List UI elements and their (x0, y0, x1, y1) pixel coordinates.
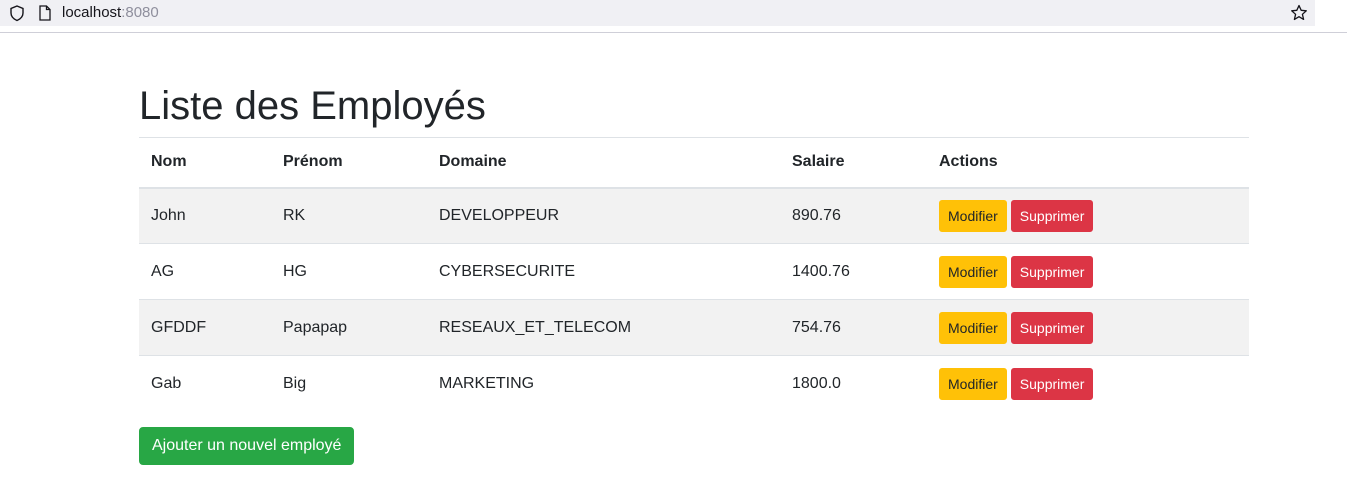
table-row: John RK DEVELOPPEUR 890.76 Modifier Suppr… (139, 187, 1249, 244)
cell-prenom: HG (271, 243, 427, 300)
cell-actions: Modifier Supprimer (927, 243, 1249, 300)
cell-nom: Gab (139, 355, 271, 412)
delete-button[interactable]: Supprimer (1010, 199, 1094, 232)
header-salaire: Salaire (780, 137, 927, 189)
table-row: Gab Big MARKETING 1800.0 Modifier Supprim… (139, 355, 1249, 412)
table-header-row: Nom Prénom Domaine Salaire Actions (139, 137, 1249, 189)
cell-nom: John (139, 187, 271, 244)
cell-salaire: 890.76 (780, 187, 927, 244)
delete-button[interactable]: Supprimer (1010, 255, 1094, 288)
url-text[interactable]: localhost:8080 (62, 4, 159, 22)
browser-url-bar[interactable]: localhost:8080 (0, 0, 1315, 26)
page-icon (39, 5, 51, 21)
cell-prenom: Papapap (271, 299, 427, 356)
delete-button[interactable]: Supprimer (1010, 367, 1094, 400)
header-nom: Nom (139, 137, 271, 189)
cell-domaine: MARKETING (427, 355, 780, 412)
delete-button[interactable]: Supprimer (1010, 311, 1094, 344)
header-domaine: Domaine (427, 137, 780, 189)
edit-button[interactable]: Modifier (939, 199, 1007, 232)
bookmark-star-icon[interactable] (1289, 3, 1309, 23)
header-prenom: Prénom (271, 137, 427, 189)
shield-icon[interactable] (8, 4, 26, 22)
cell-prenom: Big (271, 355, 427, 412)
cell-actions: Modifier Supprimer (927, 187, 1249, 244)
cell-domaine: DEVELOPPEUR (427, 187, 780, 244)
table-row: AG HG CYBERSECURITE 1400.76 Modifier Supp… (139, 243, 1249, 300)
table-row: GFDDF Papapap RESEAUX_ET_TELECOM 754.76 … (139, 299, 1249, 356)
cell-domaine: CYBERSECURITE (427, 243, 780, 300)
url-port: :8080 (121, 4, 159, 21)
cell-nom: AG (139, 243, 271, 300)
url-bar-divider (0, 32, 1347, 33)
cell-domaine: RESEAUX_ET_TELECOM (427, 299, 780, 356)
edit-button[interactable]: Modifier (939, 367, 1007, 400)
page-title: Liste des Employés (139, 84, 486, 128)
header-actions: Actions (927, 137, 1249, 189)
url-host: localhost (62, 4, 122, 21)
employees-table: Nom Prénom Domaine Salaire Actions John … (139, 137, 1249, 412)
cell-salaire: 1400.76 (780, 243, 927, 300)
cell-prenom: RK (271, 187, 427, 244)
add-employee-button[interactable]: Ajouter un nouvel employé (139, 427, 355, 465)
edit-button[interactable]: Modifier (939, 311, 1007, 344)
cell-salaire: 754.76 (780, 299, 927, 356)
edit-button[interactable]: Modifier (939, 255, 1007, 288)
cell-nom: GFDDF (139, 299, 271, 356)
cell-salaire: 1800.0 (780, 355, 927, 412)
cell-actions: Modifier Supprimer (927, 355, 1249, 412)
cell-actions: Modifier Supprimer (927, 299, 1249, 356)
